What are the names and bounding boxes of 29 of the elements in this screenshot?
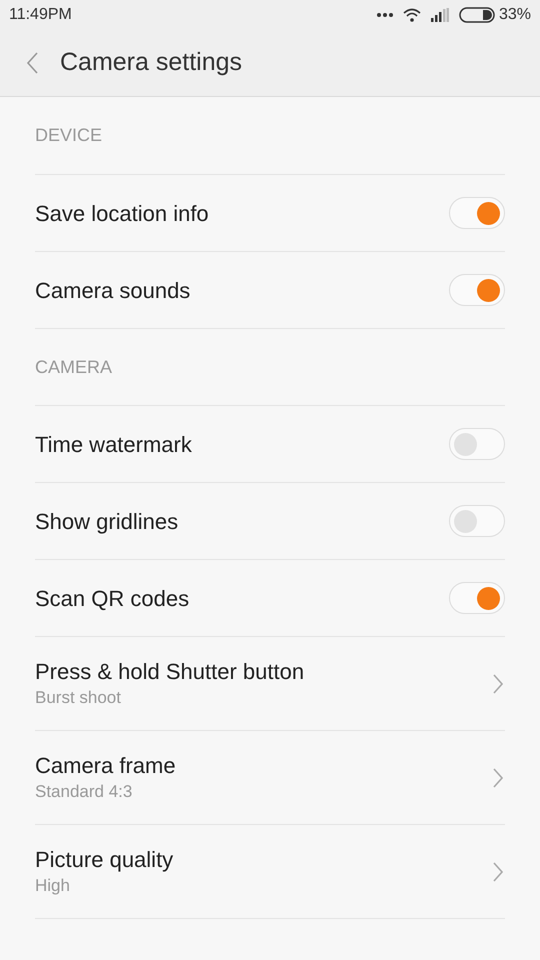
page-title: Camera settings xyxy=(60,47,242,78)
battery-icon xyxy=(458,7,495,23)
toggle-switch[interactable] xyxy=(449,582,505,614)
setting-label: Press & hold Shutter button xyxy=(35,658,304,686)
section-header: CAMERA xyxy=(35,356,112,378)
setting-value: Burst shoot xyxy=(35,686,122,708)
setting-label: Picture quality xyxy=(35,846,174,874)
setting-label: Save location info xyxy=(35,200,209,228)
toggle-switch[interactable] xyxy=(449,274,505,306)
setting-label: Camera frame xyxy=(35,752,176,780)
toggle-switch[interactable] xyxy=(449,505,505,537)
setting-value: Standard 4:3 xyxy=(35,780,134,802)
wifi-icon xyxy=(402,8,421,22)
chevron-right-icon[interactable] xyxy=(493,862,503,882)
setting-label: Camera sounds xyxy=(35,276,190,304)
section-header: DEVICE xyxy=(35,124,102,147)
chevron-right-icon[interactable] xyxy=(493,768,503,788)
more-dots-icon xyxy=(376,13,393,17)
setting-label: Time watermark xyxy=(35,430,192,458)
status-time: 11:49PM xyxy=(9,5,72,25)
toggle-switch[interactable] xyxy=(449,197,505,229)
setting-label: Show gridlines xyxy=(35,508,178,536)
battery-percent: 33% xyxy=(498,5,531,25)
back-button[interactable] xyxy=(26,51,40,75)
setting-value: High xyxy=(35,874,71,896)
chevron-right-icon[interactable] xyxy=(493,674,503,694)
setting-label: Scan QR codes xyxy=(35,584,190,612)
signal-icon xyxy=(430,8,449,22)
toggle-switch[interactable] xyxy=(449,428,505,460)
